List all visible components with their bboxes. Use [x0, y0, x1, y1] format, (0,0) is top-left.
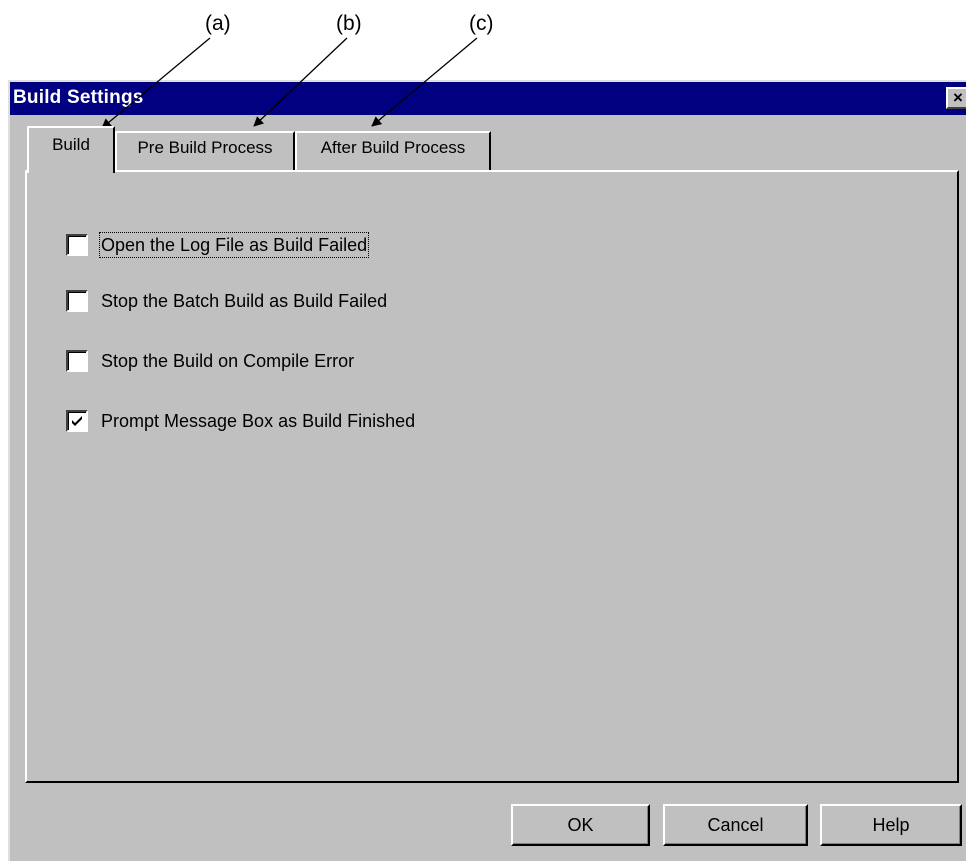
- prompt-message-box-checkbox[interactable]: [66, 410, 88, 432]
- build-tab-panel: Open the Log File as Build Failed Stop t…: [25, 170, 959, 783]
- callout-label-a: (a): [205, 12, 231, 35]
- ok-button[interactable]: OK: [511, 804, 650, 846]
- stop-batch-build-label[interactable]: Stop the Batch Build as Build Failed: [101, 290, 387, 312]
- help-button[interactable]: Help: [820, 804, 962, 846]
- dialog-title: Build Settings: [13, 87, 144, 108]
- tab-after-build-process[interactable]: After Build Process: [295, 131, 491, 170]
- tab-pre-build-process[interactable]: Pre Build Process: [115, 131, 295, 170]
- build-settings-dialog: Build Settings × Build Pre Build Process…: [8, 80, 966, 861]
- option-prompt-message-box[interactable]: Prompt Message Box as Build Finished: [66, 408, 415, 434]
- checkmark-icon: [72, 416, 82, 426]
- callout-label-c: (c): [469, 12, 494, 35]
- tab-build[interactable]: Build: [27, 126, 115, 173]
- option-stop-batch-build[interactable]: Stop the Batch Build as Build Failed: [66, 288, 387, 314]
- option-open-log-file[interactable]: Open the Log File as Build Failed: [66, 232, 370, 258]
- prompt-message-box-label[interactable]: Prompt Message Box as Build Finished: [101, 410, 415, 432]
- option-stop-on-compile-error[interactable]: Stop the Build on Compile Error: [66, 348, 354, 374]
- tab-pre-build-process-label: Pre Build Process: [137, 138, 273, 157]
- stop-on-compile-error-label[interactable]: Stop the Build on Compile Error: [101, 350, 354, 372]
- stop-batch-build-checkbox[interactable]: [66, 290, 88, 312]
- open-log-file-label[interactable]: Open the Log File as Build Failed: [98, 232, 370, 258]
- tab-after-build-process-label: After Build Process: [320, 138, 466, 157]
- open-log-file-checkbox[interactable]: [66, 234, 88, 256]
- tab-build-label: Build: [52, 135, 90, 154]
- cancel-button[interactable]: Cancel: [663, 804, 808, 846]
- stop-on-compile-error-checkbox[interactable]: [66, 350, 88, 372]
- close-icon: ×: [953, 88, 963, 107]
- callout-label-b: (b): [336, 12, 362, 35]
- close-button[interactable]: ×: [946, 87, 966, 109]
- dialog-titlebar[interactable]: Build Settings ×: [10, 82, 966, 115]
